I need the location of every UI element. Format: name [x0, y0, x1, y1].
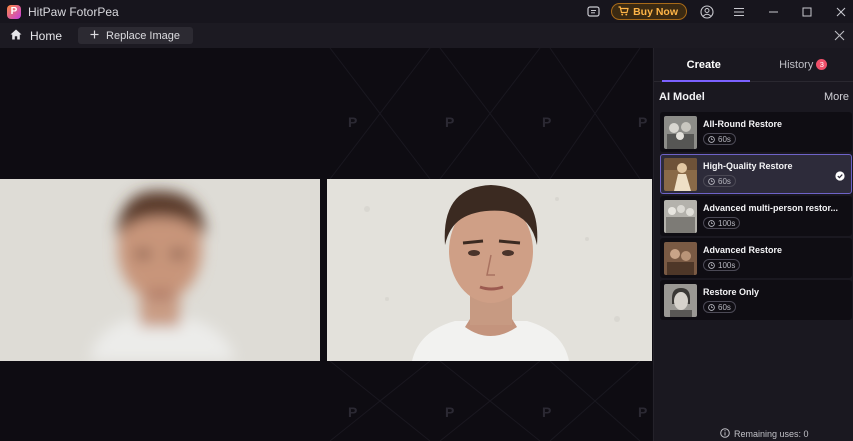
clock-icon — [708, 135, 715, 143]
watermark-logo: P — [638, 404, 648, 420]
info-icon — [720, 428, 730, 440]
comparison-canvas: P P P P P P P P — [0, 48, 652, 441]
watermark-logo: P — [542, 114, 552, 130]
clock-icon — [708, 303, 715, 311]
model-name: Advanced multi-person restor... — [703, 203, 839, 213]
model-list: All-Round Restore 60s High-Quality Resto… — [660, 112, 852, 320]
history-count-badge: 3 — [816, 59, 828, 70]
title-bar: P HitPaw FotorPea Buy Now — [0, 0, 853, 23]
model-card-advanced-multi-person-restore[interactable]: Advanced multi-person restor... 100s — [660, 196, 852, 236]
tab-history[interactable]: History 3 — [754, 48, 853, 81]
duration-text: 60s — [718, 176, 731, 186]
model-thumbnail — [664, 115, 697, 149]
buy-now-button[interactable]: Buy Now — [611, 3, 687, 20]
model-card-all-round-restore[interactable]: All-Round Restore 60s — [660, 112, 852, 152]
clock-icon — [708, 219, 715, 227]
duration-badge: 100s — [703, 259, 741, 271]
model-name: Restore Only — [703, 287, 760, 297]
sidebar: Create History 3 AI Model More All-Round… — [653, 48, 853, 441]
duration-text: 60s — [718, 134, 731, 144]
model-thumbnail — [664, 283, 697, 317]
home-button[interactable]: Home — [10, 29, 62, 43]
tab-create-label: Create — [686, 58, 721, 71]
more-link[interactable]: More — [824, 91, 849, 103]
model-name: High-Quality Restore — [703, 161, 793, 171]
watermark-logo: P — [542, 404, 552, 420]
model-card-high-quality-restore[interactable]: High-Quality Restore 60s — [660, 154, 852, 194]
tab-create[interactable]: Create — [654, 48, 754, 81]
remaining-uses-text: Remaining uses: 0 — [734, 429, 809, 439]
close-icon[interactable] — [834, 28, 845, 46]
home-icon — [10, 29, 22, 43]
watermark-logo: P — [348, 404, 358, 420]
close-icon[interactable] — [833, 4, 849, 20]
model-thumbnail — [664, 241, 697, 275]
model-card-advanced-restore[interactable]: Advanced Restore 100s — [660, 238, 852, 278]
clock-icon — [708, 261, 715, 269]
watermark-logo: P — [638, 114, 648, 130]
feedback-icon[interactable] — [585, 4, 601, 20]
duration-text: 60s — [718, 302, 731, 312]
check-icon — [835, 168, 845, 186]
tab-history-label: History — [779, 58, 814, 71]
logo-icon: P — [7, 4, 21, 19]
replace-image-button[interactable]: Replace Image — [78, 27, 194, 44]
watermark-logo: P — [445, 404, 455, 420]
before-image — [0, 179, 320, 361]
duration-badge: 100s — [703, 217, 741, 229]
active-tab-indicator — [662, 80, 750, 82]
model-name: Advanced Restore — [703, 245, 783, 255]
tab-bar: Create History 3 — [654, 48, 853, 82]
menu-icon[interactable] — [731, 4, 747, 20]
plus-icon — [90, 30, 99, 42]
toolbar: Home Replace Image — [0, 23, 853, 48]
buy-now-label: Buy Now — [633, 5, 678, 18]
minimize-icon[interactable] — [765, 4, 781, 20]
home-label: Home — [30, 28, 63, 43]
logo-letter: P — [10, 6, 18, 17]
model-card-restore-only[interactable]: Restore Only 60s — [660, 280, 852, 320]
after-image — [327, 179, 652, 361]
duration-badge: 60s — [703, 175, 736, 187]
remaining-uses: Remaining uses: 0 — [720, 428, 809, 440]
duration-badge: 60s — [703, 301, 736, 313]
replace-image-label: Replace Image — [106, 29, 181, 42]
maximize-icon[interactable] — [799, 4, 815, 20]
account-icon[interactable] — [699, 4, 715, 20]
section-title: AI Model — [659, 91, 705, 103]
duration-text: 100s — [718, 260, 736, 270]
watermark-logo: P — [348, 114, 358, 130]
model-name: All-Round Restore — [703, 119, 783, 129]
duration-badge: 60s — [703, 133, 736, 145]
watermark-logo: P — [445, 114, 455, 130]
model-thumbnail — [664, 199, 697, 233]
duration-text: 100s — [718, 218, 736, 228]
app-title: HitPaw FotorPea — [28, 4, 119, 19]
clock-icon — [708, 177, 715, 185]
model-thumbnail — [664, 157, 697, 191]
cart-icon — [618, 3, 629, 21]
